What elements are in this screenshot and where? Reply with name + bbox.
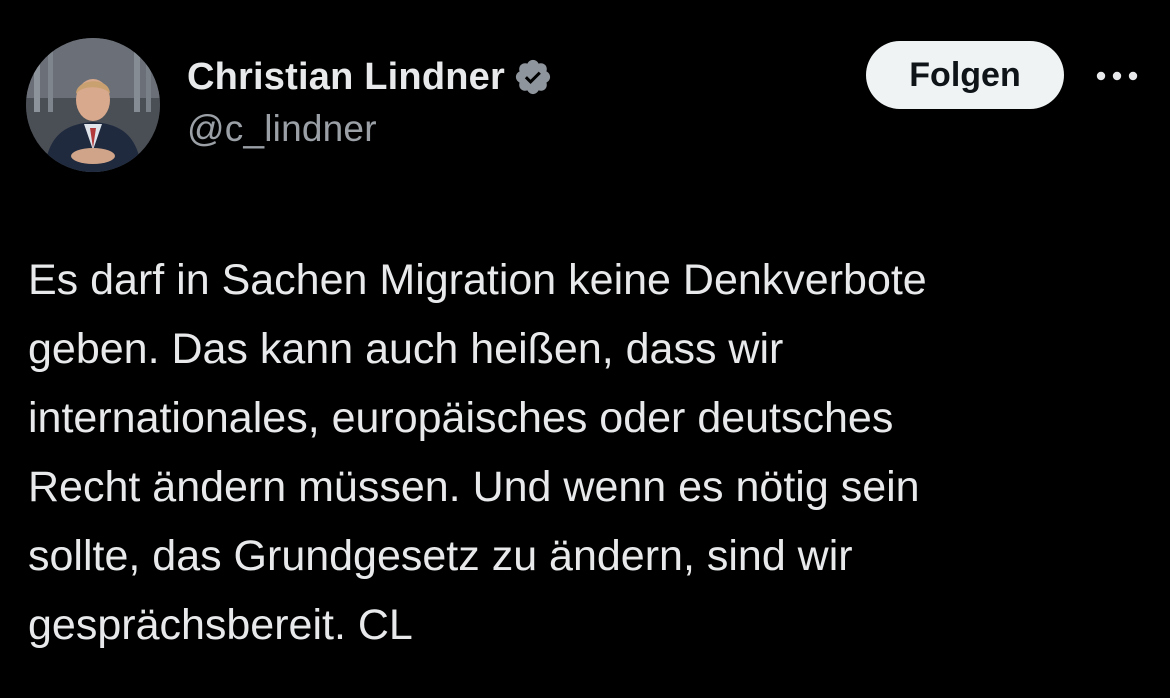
follow-button[interactable]: Folgen [866, 41, 1064, 109]
tweet-text-line: sollte, das Grundgesetz zu ändern, sind … [28, 532, 853, 580]
avatar[interactable] [26, 38, 160, 172]
tweet-text-line: Recht ändern müssen. Und wenn es nötig s… [28, 463, 920, 511]
tweet-text-line: Es darf in Sachen Migration keine Denkve… [28, 256, 927, 304]
avatar-photo-icon [26, 38, 160, 172]
tweet-text: Es darf in Sachen Migration keine Denkve… [28, 246, 1148, 660]
author-name-row: Christian Lindner [187, 52, 553, 102]
more-options-icon[interactable] [1092, 56, 1142, 96]
tweet-text-line: geben. Das kann auch heißen, dass wir [28, 325, 784, 373]
tweet-text-line: internationales, europäisches oder deuts… [28, 394, 894, 442]
author-display-name[interactable]: Christian Lindner [187, 56, 505, 99]
tweet-card: Christian Lindner @c_lindner Folgen Es d… [0, 0, 1170, 698]
verified-badge-icon[interactable] [513, 57, 553, 97]
author-handle[interactable]: @c_lindner [187, 108, 377, 150]
tweet-text-line: gesprächsbereit. CL [28, 601, 413, 649]
